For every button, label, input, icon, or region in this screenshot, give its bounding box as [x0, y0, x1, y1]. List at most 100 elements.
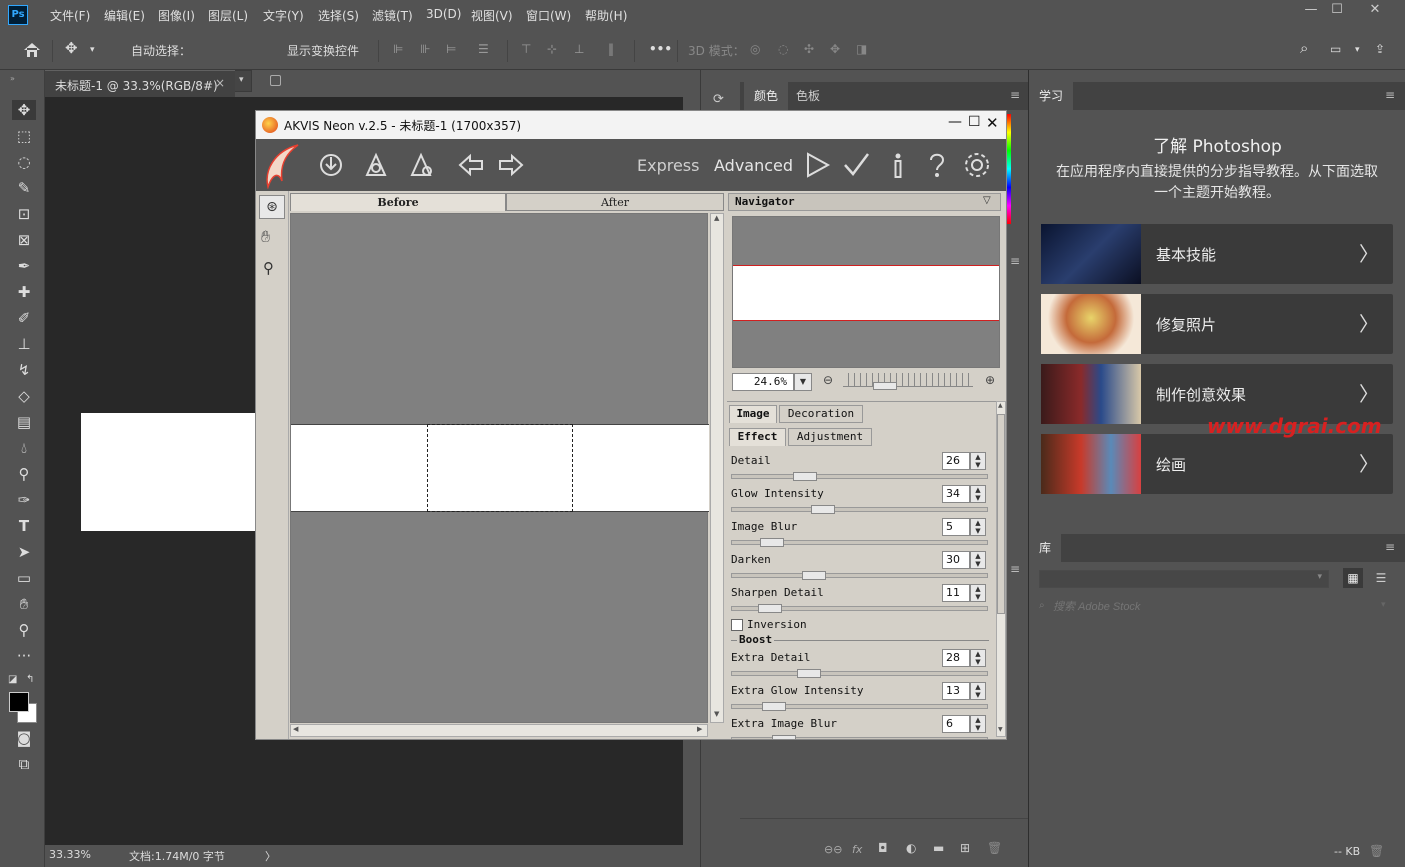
- zoom-slider-thumb[interactable]: [873, 382, 897, 390]
- param-slider-extra-image-blur[interactable]: [731, 735, 988, 739]
- new-layer-icon[interactable]: ⊞: [960, 841, 970, 855]
- document-tab[interactable]: 未标题-1 @ 33.3%(RGB/8#) ×: [45, 70, 235, 97]
- save-image-icon[interactable]: [361, 151, 391, 179]
- history-icon[interactable]: ⟳: [713, 92, 724, 107]
- vertical-scrollbar[interactable]: ▲ ▼: [710, 213, 724, 723]
- zoom-dropdown-icon[interactable]: ▼: [794, 373, 812, 391]
- zoom-tool-icon[interactable]: ⚲: [263, 259, 274, 277]
- collapse-icon[interactable]: »: [10, 74, 15, 83]
- tab-before[interactable]: Before: [290, 193, 506, 211]
- param-slider-extra-detail[interactable]: [731, 669, 988, 678]
- preview-window-icon[interactable]: ⊛: [259, 195, 285, 219]
- param-slider-detail[interactable]: [731, 472, 988, 481]
- distribute-vertical-icon[interactable]: ‖: [608, 42, 614, 56]
- scroll-up-icon[interactable]: ▲: [998, 402, 1003, 409]
- spinner-icon[interactable]: ▲ ▼: [970, 649, 986, 667]
- align-middle-icon[interactable]: ⊹: [547, 42, 557, 56]
- learn-card-repair[interactable]: 修复照片 〉: [1041, 294, 1393, 354]
- tab-swatches[interactable]: 色板: [786, 82, 830, 110]
- learn-card-basics[interactable]: 基本技能 〉: [1041, 224, 1393, 284]
- hand-tool-icon[interactable]: ✋︎: [12, 594, 36, 614]
- document-canvas[interactable]: [81, 413, 261, 531]
- chevron-down-icon[interactable]: ▾: [1355, 45, 1360, 55]
- mode-advanced-button[interactable]: Advanced: [714, 156, 793, 175]
- navigator-preview[interactable]: [732, 216, 1000, 368]
- more-options-icon[interactable]: •••: [649, 42, 672, 56]
- learn-card-paint[interactable]: 绘画 〉: [1041, 434, 1393, 494]
- quick-select-tool-icon[interactable]: ✎: [12, 178, 36, 198]
- close-icon[interactable]: ✕: [1360, 2, 1390, 22]
- share-icon[interactable]: ⇪: [1375, 42, 1385, 56]
- home-icon[interactable]: [22, 41, 42, 59]
- tab-image[interactable]: Image: [729, 405, 777, 423]
- 3d-roll-icon[interactable]: ◌: [778, 42, 788, 56]
- align-center-icon[interactable]: ⊪: [420, 42, 430, 56]
- menu-help[interactable]: 帮助(H): [585, 7, 627, 24]
- align-top-icon[interactable]: ⊤: [521, 42, 531, 56]
- spinner-icon[interactable]: ▲ ▼: [970, 518, 986, 536]
- zoom-slider[interactable]: [843, 373, 973, 390]
- slider-thumb[interactable]: [811, 505, 835, 514]
- history-brush-icon[interactable]: ↯: [12, 360, 36, 380]
- fx-icon[interactable]: fx: [852, 843, 862, 856]
- param-value-darken[interactable]: 30: [942, 551, 970, 569]
- foreground-color-swatch[interactable]: [9, 692, 29, 712]
- menu-image[interactable]: 图像(I): [158, 7, 195, 24]
- param-slider-image-blur[interactable]: [731, 538, 988, 547]
- move-tool-icon[interactable]: ✥: [12, 100, 36, 120]
- quick-mask-icon[interactable]: ◙: [12, 728, 36, 748]
- spinner-icon[interactable]: ▲ ▼: [970, 584, 986, 602]
- param-slider-glow-intensity[interactable]: [731, 505, 988, 514]
- link-layers-icon[interactable]: ⊖⊖: [824, 843, 842, 856]
- spinner-icon[interactable]: ▲ ▼: [970, 551, 986, 569]
- chevron-down-icon[interactable]: ▾: [1381, 600, 1386, 610]
- crop-tool-icon[interactable]: ⊡: [12, 204, 36, 224]
- menu-type[interactable]: 文字(Y): [263, 7, 304, 24]
- spinner-icon[interactable]: ▲ ▼: [970, 715, 986, 733]
- 3d-slide-icon[interactable]: ✥: [830, 42, 840, 56]
- mask-icon[interactable]: ◘: [878, 841, 888, 855]
- menu-window[interactable]: 窗口(W): [526, 7, 571, 24]
- slider-thumb[interactable]: [760, 538, 784, 547]
- swap-colors-icon[interactable]: ↰: [26, 674, 34, 685]
- lasso-tool-icon[interactable]: ◌: [12, 152, 36, 172]
- type-tool-icon[interactable]: T: [12, 516, 36, 536]
- frame-tool-icon[interactable]: ⊠: [12, 230, 36, 250]
- inversion-checkbox[interactable]: [731, 619, 743, 631]
- status-arrow-icon[interactable]: 〉: [265, 848, 276, 864]
- tab-learn[interactable]: 学习: [1029, 82, 1074, 110]
- stamp-tool-icon[interactable]: ⊥: [12, 334, 36, 354]
- collapse-icon[interactable]: ▽: [983, 195, 991, 206]
- panel-menu-icon[interactable]: ≡: [1385, 540, 1395, 554]
- scroll-up-icon[interactable]: ▲: [714, 214, 719, 222]
- trash-icon[interactable]: 🗑︎: [987, 841, 1002, 855]
- maximize-icon[interactable]: ☐: [1322, 2, 1352, 22]
- panel-menu-icon[interactable]: ≡: [1010, 88, 1020, 102]
- pen-tool-icon[interactable]: ✑: [12, 490, 36, 510]
- menu-edit[interactable]: 编辑(E): [104, 7, 145, 24]
- redo-arrow-icon[interactable]: [496, 151, 526, 179]
- undo-arrow-icon[interactable]: [456, 151, 486, 179]
- align-right-icon[interactable]: ⊨: [446, 42, 456, 56]
- spinner-icon[interactable]: ▲ ▼: [970, 682, 986, 700]
- slider-thumb[interactable]: [793, 472, 817, 481]
- param-value-detail[interactable]: 26: [942, 452, 970, 470]
- tab-color[interactable]: 颜色: [744, 82, 789, 110]
- path-select-icon[interactable]: ➤: [12, 542, 36, 562]
- tab-library[interactable]: 库: [1029, 534, 1062, 562]
- distribute-icon[interactable]: ☰: [478, 42, 489, 56]
- panel-menu-icon[interactable]: ≡: [1010, 254, 1020, 268]
- gradient-tool-icon[interactable]: ▤: [12, 412, 36, 432]
- list-view-icon[interactable]: ☰: [1371, 568, 1391, 588]
- slider-thumb[interactable]: [762, 702, 786, 711]
- marquee-tool-icon[interactable]: ⬚: [12, 126, 36, 146]
- slider-thumb[interactable]: [758, 604, 782, 613]
- scroll-down-icon[interactable]: ▼: [998, 726, 1003, 733]
- menu-view[interactable]: 视图(V): [471, 7, 513, 24]
- param-value-extra-glow-intensity[interactable]: 13: [942, 682, 970, 700]
- rectangle-tool-icon[interactable]: ▭: [12, 568, 36, 588]
- horizontal-scrollbar[interactable]: ◀ ▶: [290, 724, 708, 737]
- before-image-view[interactable]: [290, 213, 709, 723]
- healing-tool-icon[interactable]: ✚: [12, 282, 36, 302]
- slider-thumb[interactable]: [802, 571, 826, 580]
